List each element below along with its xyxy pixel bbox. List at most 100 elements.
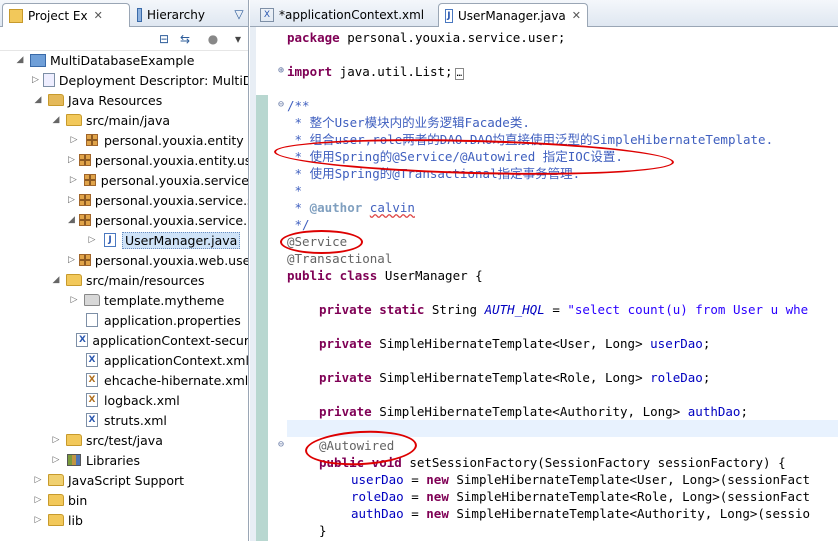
fold-collapse-icon[interactable]: ⊖ (276, 100, 286, 110)
expanded-arrow-icon[interactable]: ◢ (50, 114, 62, 126)
collapsed-arrow-icon[interactable]: ▷ (86, 234, 98, 246)
tree-item-src-main-resources[interactable]: ◢ src/main/resources (0, 270, 248, 290)
xml-file-icon: X (76, 332, 89, 348)
expanded-arrow-icon[interactable]: ◢ (50, 274, 62, 286)
tree-item-template-mytheme[interactable]: ▷ template.mytheme (0, 290, 248, 310)
package-icon (78, 212, 91, 228)
settings-icon[interactable]: ● (205, 31, 221, 47)
code-line: ⊕ import java.util.List;… (276, 64, 464, 80)
code-line: private SimpleHibernateTemplate<Role, Lo… (319, 370, 711, 385)
tree-item-file[interactable]: X applicationContext.xml (0, 350, 248, 370)
tree-item-javascript-support[interactable]: ▷ JavaScript Support (0, 470, 248, 490)
package-icon (83, 172, 97, 188)
collapsed-arrow-icon[interactable]: ▷ (68, 134, 80, 146)
tree-item-src-test-java[interactable]: ▷ src/test/java (0, 430, 248, 450)
tree-item-libraries[interactable]: ▷ Libraries (0, 450, 248, 470)
tree-item-file[interactable]: application.properties (0, 310, 248, 330)
package-icon (78, 252, 91, 268)
tree-item-label: personal.youxia.service.u (94, 212, 249, 228)
java-file-icon: J (102, 232, 118, 248)
tree-item-label: personal.youxia.entity (104, 132, 244, 148)
collapsed-arrow-icon[interactable]: ▷ (68, 194, 75, 206)
tab-label: *applicationContext.xml (279, 8, 425, 22)
tree-item-bin[interactable]: ▷ bin (0, 490, 248, 510)
project-explorer-icon (9, 8, 23, 23)
code-line: userDao = new SimpleHibernateTemplate<Us… (351, 472, 811, 487)
collapsed-arrow-icon[interactable]: ▷ (68, 294, 80, 306)
expanded-arrow-icon[interactable]: ◢ (32, 94, 44, 106)
explorer-toolbar: ⊟ ⇆ ● ▾ (0, 27, 248, 51)
xml-file-icon: X (84, 372, 100, 388)
source-folder-icon (66, 272, 82, 288)
fold-expand-icon[interactable]: ⊕ (276, 66, 286, 76)
code-line: package personal.youxia.service.user; (287, 30, 566, 45)
code-line: * (287, 183, 303, 198)
collapsed-arrow-icon[interactable]: ▷ (68, 254, 75, 266)
tab-usermanager-java[interactable]: J UserManager.java ✕ (438, 3, 588, 27)
collapse-all-icon[interactable]: ⊟ (156, 31, 172, 47)
tree-item-label: personal.youxia.service.s (94, 192, 249, 208)
tree-item-project[interactable]: ◢ MultiDatabaseExample (0, 50, 248, 70)
tree-item-label: personal.youxia.web.user (94, 252, 249, 268)
tree-item-package[interactable]: ▷ personal.youxia.entity.use (0, 150, 249, 170)
project-tree: ◢ MultiDatabaseExample ▷ Deployment Desc… (0, 50, 249, 530)
collapsed-arrow-icon[interactable]: ▷ (68, 154, 75, 166)
code-line: private static String AUTH_HQL = "select… (319, 302, 809, 317)
tree-item-label: application.properties (104, 312, 241, 328)
collapsed-arrow-icon[interactable]: ▷ (32, 74, 39, 86)
tree-item-package[interactable]: ▷ personal.youxia.web.user (0, 250, 249, 270)
fold-collapse-icon[interactable]: ⊖ (276, 440, 286, 450)
xml-file-icon: X (84, 392, 100, 408)
menu-chevron-down-icon[interactable]: ▾ (230, 31, 246, 47)
deployment-descriptor-icon (42, 72, 55, 88)
tree-item-label: applicationContext-secur (92, 332, 249, 348)
tree-item-package[interactable]: ◢ personal.youxia.service.u (0, 210, 249, 230)
expanded-arrow-icon[interactable]: ◢ (14, 54, 26, 66)
source-folder-icon (66, 432, 82, 448)
tab-project-explorer[interactable]: Project Ex ✕ (2, 3, 130, 27)
collapsed-arrow-icon[interactable]: ▷ (50, 434, 62, 446)
tree-item-label: personal.youxia.entity.use (94, 152, 249, 168)
tree-item-label: MultiDatabaseExample (50, 52, 195, 68)
code-line: * 整个User模块内的业务逻辑Facade类. (287, 115, 530, 130)
tab-applicationcontext-xml[interactable]: X *applicationContext.xml (254, 3, 435, 27)
tree-item-label: src/test/java (86, 432, 163, 448)
libraries-icon (66, 452, 82, 468)
link-with-editor-icon[interactable]: ⇆ (177, 31, 193, 47)
code-line: ⊖ /** (276, 98, 310, 113)
tree-item-deployment-descriptor[interactable]: ▷ Deployment Descriptor: MultiDa (0, 70, 248, 90)
tree-item-file[interactable]: X ehcache-hibernate.xml (0, 370, 248, 390)
collapsed-arrow-icon[interactable]: ▷ (68, 174, 79, 186)
tree-item-package[interactable]: ▷ personal.youxia.entity (0, 130, 248, 150)
tree-item-lib[interactable]: ▷ lib (0, 510, 248, 530)
close-icon[interactable]: ✕ (572, 9, 581, 22)
collapsed-arrow-icon[interactable]: ▷ (32, 514, 44, 526)
tree-item-src-main-java[interactable]: ◢ src/main/java (0, 110, 248, 130)
collapsed-arrow-icon[interactable]: ▷ (32, 474, 44, 486)
tree-item-file[interactable]: X struts.xml (0, 410, 248, 430)
tree-item-package[interactable]: ▷ personal.youxia.service.s (0, 190, 249, 210)
tree-item-package[interactable]: ▷ personal.youxia.service (0, 170, 249, 190)
code-line: private SimpleHibernateTemplate<Authorit… (319, 404, 748, 419)
editor-tabbar: X *applicationContext.xml J UserManager.… (250, 0, 838, 27)
tree-item-label: personal.youxia.service (100, 172, 249, 188)
code-editor: X *applicationContext.xml J UserManager.… (250, 0, 838, 541)
annotation-ellipse (280, 230, 363, 254)
collapsed-arrow-icon[interactable]: ▷ (32, 494, 44, 506)
tab-hierarchy[interactable]: Hierarchy (131, 3, 211, 27)
expanded-arrow-icon[interactable]: ◢ (68, 214, 75, 226)
tree-item-label: struts.xml (104, 412, 167, 428)
code-line: private SimpleHibernateTemplate<User, Lo… (319, 336, 711, 351)
view-menu-icon[interactable]: ▽ (231, 6, 247, 22)
package-icon (84, 132, 100, 148)
xml-file-icon: X (260, 8, 274, 22)
code-area[interactable]: package personal.youxia.service.user; ⊕ … (250, 27, 838, 541)
tree-item-usermanager-java[interactable]: ▷ J UserManager.java (0, 230, 248, 250)
code-line: public class UserManager { (287, 268, 483, 283)
tree-item-file[interactable]: X logback.xml (0, 390, 248, 410)
code-line: * @author calvin (287, 200, 415, 215)
tree-item-java-resources[interactable]: ◢ Java Resources (0, 90, 248, 110)
tree-item-file[interactable]: X applicationContext-secur (0, 330, 249, 350)
collapsed-arrow-icon[interactable]: ▷ (50, 454, 62, 466)
close-icon[interactable]: ✕ (94, 9, 103, 22)
